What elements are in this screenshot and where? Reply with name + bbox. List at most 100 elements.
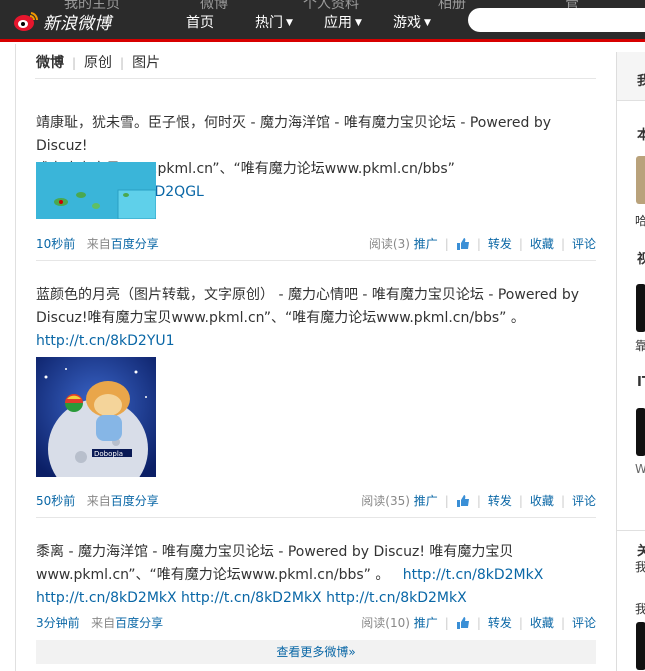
tab-separator: | (120, 56, 125, 70)
post-actions: 阅读(3) 推广 | | 转发 | 收藏 | 评论 (369, 235, 596, 252)
left-divider (15, 44, 16, 671)
promote-link[interactable]: 推广 (414, 616, 438, 630)
promote-link[interactable]: 推广 (414, 237, 438, 251)
sidebar-label: 本 (637, 128, 645, 143)
repost-link[interactable]: 转发 (488, 237, 512, 251)
feed-item-text: 黍离 - 魔力海洋馆 - 唯有魔力宝贝论坛 - Powered by Discu… (36, 541, 601, 610)
source-prefix: 来自 (86, 494, 111, 508)
source-link[interactable]: 百度分享 (111, 494, 159, 508)
short-link[interactable]: http://t.cn/8kD2YU1 (36, 333, 175, 349)
nav-ghost-item: 相册 (438, 0, 466, 12)
post-actions: 阅读(10) 推广 | | 转发 | 收藏 | 评论 (361, 614, 596, 631)
comment-link[interactable]: 评论 (572, 616, 596, 630)
post-source: 来自百度分享 (87, 494, 159, 508)
nav-games-label: 游戏 (393, 15, 421, 31)
read-count: 阅读(3) (368, 237, 410, 251)
post-time-link[interactable]: 10秒前 (36, 237, 75, 251)
action-separator: | (560, 494, 565, 508)
sidebar-thumbnail[interactable] (636, 408, 645, 456)
feed-text-line: 靖康耻，犹未雪。臣子恨，何时灭 - 魔力海洋馆 - 唯有魔力宝贝论坛 - Pow… (36, 115, 551, 154)
post-source: 来自百度分享 (91, 616, 163, 630)
nav-apps-label: 应用 (324, 15, 352, 31)
sidebar-label: 视 (637, 252, 645, 267)
feed-image-thumbnail[interactable] (36, 162, 157, 223)
comment-link[interactable]: 评论 (572, 494, 596, 508)
tab-original[interactable]: 原创 (84, 55, 112, 71)
sidebar-divider (617, 530, 645, 531)
feed-text-line: Discuz!唯有魔力宝贝www.pkml.cn”、“唯有魔力论坛www.pkm… (36, 310, 525, 326)
sina-weibo-logo[interactable]: 新浪微博 (13, 8, 111, 34)
action-separator: | (444, 237, 449, 251)
feed-text-line: www.pkml.cn”、“唯有魔力论坛www.pkml.cn/bbs” 。 h… (36, 564, 601, 587)
source-link[interactable]: 百度分享 (111, 237, 159, 251)
search-input[interactable] (468, 8, 645, 32)
nav-hot-label: 热门 (255, 15, 283, 31)
tab-separator: | (72, 56, 77, 70)
nav-home[interactable]: 首页 (186, 12, 214, 32)
action-separator: | (476, 237, 481, 251)
like-icon[interactable] (456, 494, 470, 507)
repost-link[interactable]: 转发 (488, 494, 512, 508)
short-link[interactable]: http://t.cn/8kD2MkX (403, 567, 544, 583)
sidebar-label: 哈 (635, 214, 645, 228)
sidebar-thumbnail[interactable] (636, 156, 645, 204)
feed-divider (36, 260, 596, 261)
like-icon[interactable] (456, 237, 470, 250)
action-separator: | (518, 237, 523, 251)
tab-divider (35, 78, 596, 79)
action-separator: | (476, 494, 481, 508)
nav-apps[interactable]: 应用 ▼ (324, 12, 362, 32)
short-link-list[interactable]: http://t.cn/8kD2MkX http://t.cn/8kD2MkX … (36, 587, 601, 610)
comment-link[interactable]: 评论 (572, 237, 596, 251)
action-separator: | (444, 616, 449, 630)
feed-image-thumbnail[interactable]: Dobopla (36, 357, 156, 499)
tab-weibo[interactable]: 微博 (36, 55, 64, 71)
feed-text-span: www.pkml.cn”、“唯有魔力论坛www.pkml.cn/bbs” 。 (36, 567, 390, 583)
load-more-button[interactable]: 查看更多微博» (36, 640, 596, 664)
top-nav-bar: 我的主页 微博 个人资料 相册 管 新浪微博 首页 热门 ▼ 应用 ▼ 游戏 ▼ (0, 0, 645, 42)
action-separator: | (560, 616, 565, 630)
caret-down-icon: ▼ (286, 18, 293, 28)
sidebar-label: 靠 (635, 339, 645, 353)
sidebar-label: W (635, 462, 645, 476)
feed-item-meta: 3分钟前 来自百度分享 阅读(10) 推广 | | 转发 | 收藏 | 评论 (36, 614, 596, 632)
nav-home-label: 首页 (186, 15, 214, 31)
caret-down-icon: ▼ (424, 18, 431, 28)
sidebar-label: 我 (635, 602, 645, 616)
promote-link[interactable]: 推广 (414, 494, 438, 508)
sidebar-label: 我 (637, 74, 645, 89)
post-time-link[interactable]: 3分钟前 (36, 616, 80, 630)
post-time-link[interactable]: 50秒前 (36, 494, 75, 508)
favorite-link[interactable]: 收藏 (530, 616, 554, 630)
source-prefix: 来自 (86, 237, 111, 251)
feed-divider (36, 517, 596, 518)
right-sidebar: 我 本 哈 视 靠 IT W 关 我 我 (616, 52, 645, 671)
like-icon[interactable] (456, 616, 470, 629)
feed-text-line: http://t.cn/8kD2YU1 (36, 330, 601, 353)
source-link[interactable]: 百度分享 (115, 616, 163, 630)
caret-down-icon: ▼ (355, 18, 362, 28)
feed-item-meta: 10秒前 来自百度分享 阅读(3) 推广 | | 转发 | 收藏 | 评论 (36, 235, 596, 253)
action-separator: | (560, 237, 565, 251)
favorite-link[interactable]: 收藏 (530, 494, 554, 508)
sidebar-label: 我 (635, 560, 645, 574)
read-count: 阅读(35) (361, 494, 410, 508)
action-separator: | (476, 616, 481, 630)
post-actions: 阅读(35) 推广 | | 转发 | 收藏 | 评论 (361, 492, 596, 509)
sidebar-thumbnail[interactable] (636, 622, 645, 670)
feed-item-text: 蓝颜色的月亮（图片转载，文字原创） - 魔力心情吧 - 唯有魔力宝贝论坛 - P… (36, 284, 601, 353)
feed-text-line: 蓝颜色的月亮（图片转载，文字原创） - 魔力心情吧 - 唯有魔力宝贝论坛 - P… (36, 287, 579, 303)
favorite-link[interactable]: 收藏 (530, 237, 554, 251)
repost-link[interactable]: 转发 (488, 616, 512, 630)
action-separator: | (444, 494, 449, 508)
weibo-eye-icon (13, 10, 39, 32)
sidebar-label: IT (637, 375, 645, 390)
action-separator: | (518, 494, 523, 508)
read-count: 阅读(10) (361, 616, 410, 630)
nav-games[interactable]: 游戏 ▼ (393, 12, 431, 32)
feed-tabs: 微博 | 原创 | 图片 (36, 52, 160, 72)
action-separator: | (518, 616, 523, 630)
nav-hot[interactable]: 热门 ▼ (255, 12, 293, 32)
tab-pictures[interactable]: 图片 (132, 55, 160, 71)
sidebar-thumbnail[interactable] (636, 284, 645, 332)
